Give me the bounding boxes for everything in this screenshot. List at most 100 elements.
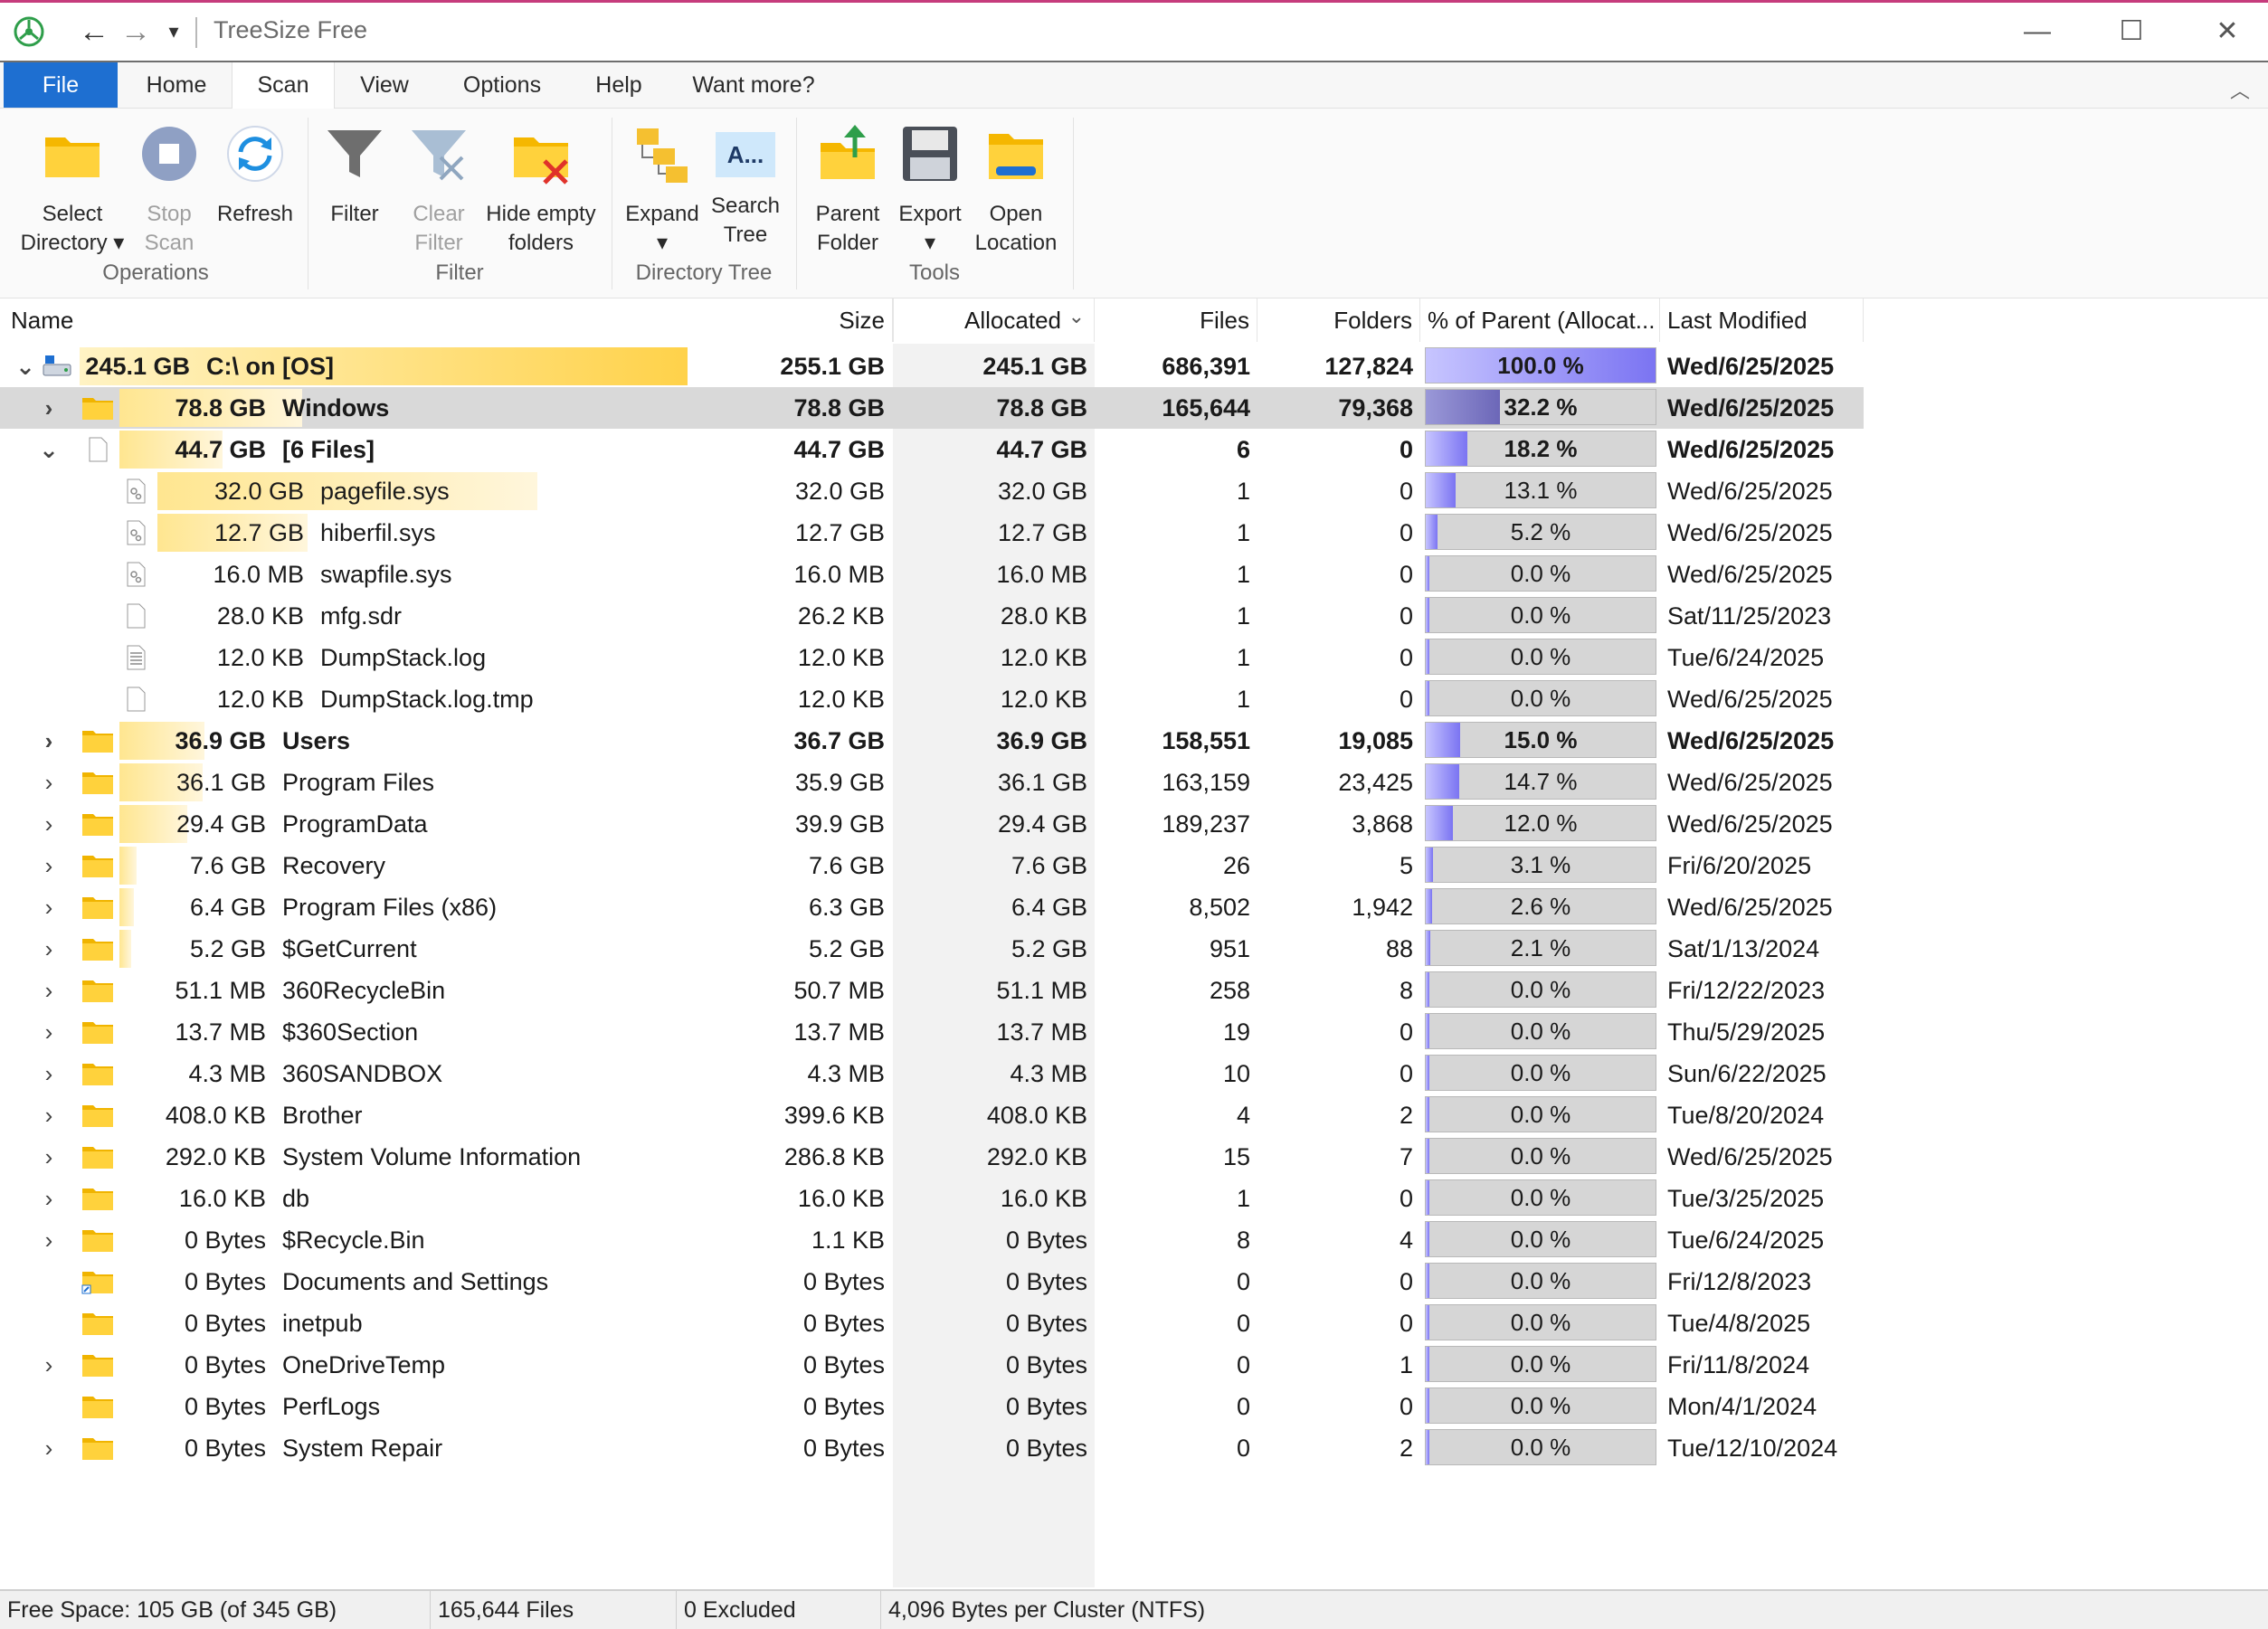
forward-arrow-icon[interactable]: → xyxy=(118,14,154,50)
item-name[interactable]: DumpStack.log.tmp xyxy=(320,678,534,720)
tab-options[interactable]: Options xyxy=(449,62,555,108)
table-row[interactable]: 28.0 KB mfg.sdr 26.2 KB 28.0 KB 1 0 0.0 % Sat/1… xyxy=(0,595,1864,637)
quick-access-dropdown-icon[interactable]: ▾ xyxy=(156,14,192,50)
collapse-chevron-icon[interactable]: ⌄ xyxy=(38,429,60,470)
minimize-button[interactable]: — xyxy=(2010,10,2064,53)
tab-file[interactable]: File xyxy=(4,62,118,108)
item-name[interactable]: Program Files xyxy=(282,762,434,803)
expand-chevron-icon[interactable]: › xyxy=(38,886,60,928)
expand-chevron-icon[interactable]: › xyxy=(38,1094,60,1136)
item-name[interactable]: Recovery xyxy=(282,845,385,886)
tab-view[interactable]: View xyxy=(344,62,425,108)
expand-chevron-icon[interactable]: › xyxy=(38,720,60,762)
table-row[interactable]: › 5.2 GB $GetCurrent 5.2 GB 5.2 GB 951 88 2.1 %… xyxy=(0,928,1864,970)
header-last-modified[interactable]: Last Modified xyxy=(1660,298,1864,342)
item-name[interactable]: System Volume Information xyxy=(282,1136,581,1178)
table-row[interactable]: 16.0 MB swapfile.sys 16.0 MB 16.0 MB 1 0 0.0 %… xyxy=(0,554,1864,595)
item-name[interactable]: Windows xyxy=(282,387,389,429)
table-row[interactable]: › 0 Bytes OneDriveTemp 0 Bytes 0 Bytes 0 1 0.0 … xyxy=(0,1344,1864,1386)
table-row[interactable]: › 292.0 KB System Volume Information 286.8 … xyxy=(0,1136,1864,1178)
item-name[interactable]: mfg.sdr xyxy=(320,595,402,637)
expand-chevron-icon[interactable]: › xyxy=(38,970,60,1011)
item-name[interactable]: OneDriveTemp xyxy=(282,1344,445,1386)
expand-button[interactable]: Expand ▾ xyxy=(622,121,702,258)
open-location-button[interactable]: Open Location xyxy=(970,121,1062,258)
table-row[interactable]: 32.0 GB pagefile.sys 32.0 GB 32.0 GB 1 0 13.1 … xyxy=(0,470,1864,512)
table-row[interactable]: › 29.4 GB ProgramData 39.9 GB 29.4 GB 189,237… xyxy=(0,803,1864,845)
expand-chevron-icon[interactable]: › xyxy=(38,387,60,429)
expand-chevron-icon[interactable]: › xyxy=(38,845,60,886)
item-name[interactable]: [6 Files] xyxy=(282,429,375,470)
expand-chevron-icon[interactable]: › xyxy=(38,762,60,803)
export-button[interactable]: Export ▾ xyxy=(894,121,966,258)
table-row[interactable]: › 7.6 GB Recovery 7.6 GB 7.6 GB 26 5 3.1 % Fri/6… xyxy=(0,845,1864,886)
item-name[interactable]: $Recycle.Bin xyxy=(282,1219,425,1261)
header-folders[interactable]: Folders xyxy=(1257,298,1420,342)
filter-button[interactable]: Filter xyxy=(318,121,391,229)
table-row[interactable]: › 16.0 KB db 16.0 KB 16.0 KB 1 0 0.0 % Tue/3/25/… xyxy=(0,1178,1864,1219)
item-name[interactable]: DumpStack.log xyxy=(320,637,486,678)
item-name[interactable]: hiberfil.sys xyxy=(320,512,436,554)
hide-empty-folders-button[interactable]: Hide empty folders xyxy=(481,121,601,258)
item-name[interactable]: inetpub xyxy=(282,1302,363,1344)
item-name[interactable]: swapfile.sys xyxy=(320,554,452,595)
table-row[interactable]: › 13.7 MB $360Section 13.7 MB 13.7 MB 19 0 0.0 … xyxy=(0,1011,1864,1053)
item-name[interactable]: $GetCurrent xyxy=(282,928,417,970)
refresh-button[interactable]: Refresh xyxy=(214,121,297,229)
table-row[interactable]: › 51.1 MB 360RecycleBin 50.7 MB 51.1 MB 258 8 0… xyxy=(0,970,1864,1011)
header-allocated[interactable]: Allocated ⌄ xyxy=(893,298,1095,342)
table-row[interactable]: › 36.1 GB Program Files 35.9 GB 36.1 GB 163,1… xyxy=(0,762,1864,803)
table-row[interactable]: 0 Bytes PerfLogs 0 Bytes 0 Bytes 0 0 0.0 % Mon/… xyxy=(0,1386,1864,1427)
table-row[interactable]: 12.7 GB hiberfil.sys 12.7 GB 12.7 GB 1 0 5.2 %… xyxy=(0,512,1864,554)
table-row[interactable]: ⌄ 245.1 GB C:\ on [OS] 255.1 GB 245.1 GB 686,… xyxy=(0,346,1864,387)
back-arrow-icon[interactable]: ← xyxy=(76,14,112,50)
table-row[interactable]: › 36.9 GB Users 36.7 GB 36.9 GB 158,551 19,085… xyxy=(0,720,1864,762)
search-tree-button[interactable]: A... Search Tree xyxy=(709,121,782,250)
tab-scan[interactable]: Scan xyxy=(232,62,335,109)
item-name[interactable]: Brother xyxy=(282,1094,363,1136)
item-name[interactable]: System Repair xyxy=(282,1427,442,1469)
item-name[interactable]: Program Files (x86) xyxy=(282,886,497,928)
expand-chevron-icon[interactable]: › xyxy=(38,1136,60,1178)
table-row[interactable]: 0 Bytes inetpub 0 Bytes 0 Bytes 0 0 0.0 % Tue/4… xyxy=(0,1302,1864,1344)
expand-chevron-icon[interactable]: › xyxy=(38,1219,60,1261)
expand-chevron-icon[interactable]: › xyxy=(38,803,60,845)
item-name[interactable]: PerfLogs xyxy=(282,1386,380,1427)
table-row[interactable]: › 78.8 GB Windows 78.8 GB 78.8 GB 165,644 79,3… xyxy=(0,387,1864,429)
header-size[interactable]: Size xyxy=(802,298,893,342)
expand-chevron-icon[interactable]: › xyxy=(38,1178,60,1219)
item-name[interactable]: Documents and Settings xyxy=(282,1261,548,1302)
item-name[interactable]: ProgramData xyxy=(282,803,428,845)
table-row[interactable]: › 0 Bytes System Repair 0 Bytes 0 Bytes 0 2 0.0… xyxy=(0,1427,1864,1469)
close-button[interactable]: ✕ xyxy=(2200,10,2254,53)
header-name[interactable]: Name xyxy=(4,298,893,342)
table-row[interactable]: 12.0 KB DumpStack.log 12.0 KB 12.0 KB 1 0 0.0 … xyxy=(0,637,1864,678)
tab-help[interactable]: Help xyxy=(579,62,659,108)
item-name[interactable]: 360RecycleBin xyxy=(282,970,445,1011)
tab-home[interactable]: Home xyxy=(131,62,222,108)
expand-chevron-icon[interactable]: › xyxy=(38,1427,60,1469)
maximize-button[interactable]: ☐ xyxy=(2104,10,2159,53)
expand-chevron-icon[interactable]: › xyxy=(38,1344,60,1386)
collapse-ribbon-icon[interactable]: ︿ xyxy=(2230,75,2250,104)
header-percent-of-parent[interactable]: % of Parent (Allocat... xyxy=(1420,298,1660,342)
table-row[interactable]: 0 Bytes Documents and Settings 0 Bytes 0 By… xyxy=(0,1261,1864,1302)
tab-want-more[interactable]: Want more? xyxy=(686,62,821,108)
item-name[interactable]: pagefile.sys xyxy=(320,470,450,512)
clear-filter-button[interactable]: Clear Filter xyxy=(400,121,478,258)
select-directory-button[interactable]: Select Directory ▾ xyxy=(13,121,132,258)
item-name[interactable]: db xyxy=(282,1178,309,1219)
table-row[interactable]: › 0 Bytes $Recycle.Bin 1.1 KB 0 Bytes 8 4 0.0 %… xyxy=(0,1219,1864,1261)
item-name[interactable]: $360Section xyxy=(282,1011,418,1053)
table-row[interactable]: › 4.3 MB 360SANDBOX 4.3 MB 4.3 MB 10 0 0.0 % Sun… xyxy=(0,1053,1864,1094)
expand-chevron-icon[interactable]: › xyxy=(38,1053,60,1094)
item-name[interactable]: Users xyxy=(282,720,350,762)
expand-chevron-icon[interactable]: › xyxy=(38,928,60,970)
table-row[interactable]: ⌄ 44.7 GB [6 Files] 44.7 GB 44.7 GB 6 0 18.2 % W… xyxy=(0,429,1864,470)
table-row[interactable]: 12.0 KB DumpStack.log.tmp 12.0 KB 12.0 KB 1 0… xyxy=(0,678,1864,720)
item-name[interactable]: 360SANDBOX xyxy=(282,1053,442,1094)
expand-chevron-icon[interactable]: › xyxy=(38,1011,60,1053)
header-files[interactable]: Files xyxy=(1095,298,1257,342)
parent-folder-button[interactable]: Parent Folder xyxy=(807,121,888,258)
item-name[interactable]: C:\ on [OS] xyxy=(206,346,334,387)
